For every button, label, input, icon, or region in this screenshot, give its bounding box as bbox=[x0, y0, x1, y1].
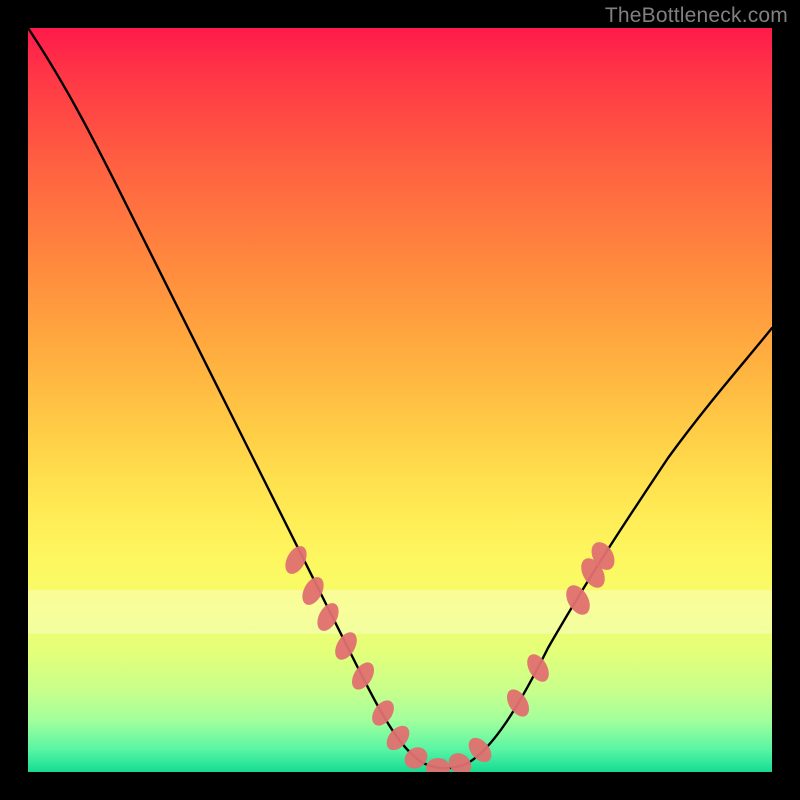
marker-dot bbox=[281, 543, 311, 578]
marker-dot bbox=[347, 659, 378, 694]
watermark-text: TheBottleneck.com bbox=[605, 4, 788, 28]
marker-group bbox=[281, 538, 619, 772]
marker-dot bbox=[331, 629, 362, 664]
chart-frame: TheBottleneck.com bbox=[0, 0, 800, 800]
marker-dot bbox=[464, 733, 496, 766]
marker-dot bbox=[382, 721, 414, 754]
curve-layer bbox=[28, 28, 772, 772]
marker-dot bbox=[444, 749, 475, 772]
marker-dot bbox=[502, 686, 533, 721]
marker-dot bbox=[368, 696, 399, 729]
marker-dot bbox=[426, 758, 450, 772]
marker-dot bbox=[576, 554, 609, 592]
marker-dot bbox=[313, 600, 343, 635]
marker-dot bbox=[587, 538, 619, 574]
marker-dot bbox=[298, 574, 328, 609]
marker-dot bbox=[561, 581, 594, 619]
marker-dot bbox=[400, 743, 431, 772]
pale-highlight-band bbox=[28, 590, 772, 635]
marker-dot bbox=[523, 651, 554, 686]
plot-area bbox=[28, 28, 772, 772]
bottleneck-curve bbox=[28, 28, 772, 768]
